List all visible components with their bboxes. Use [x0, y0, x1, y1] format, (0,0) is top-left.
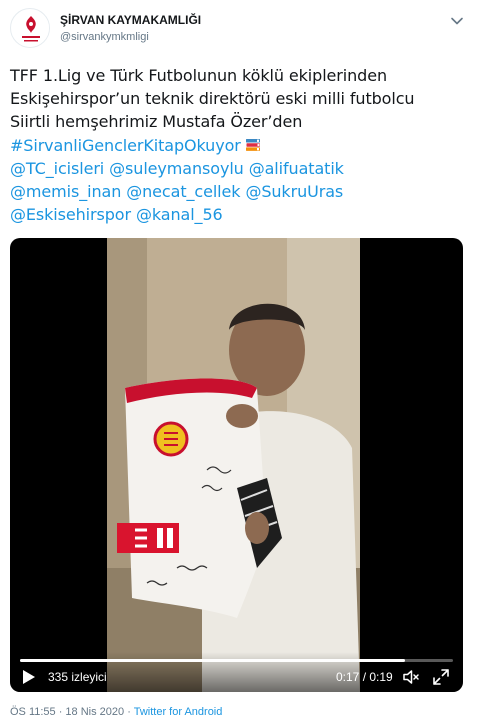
video-frame[interactable]	[107, 238, 360, 692]
video-still-image	[107, 238, 360, 692]
mention-link[interactable]: @necat_cellek	[126, 182, 240, 201]
tweet-timestamp[interactable]: ÖS 11:55 · 18 Nis 2020 ·	[10, 706, 134, 718]
hashtag-link[interactable]: #SirvanliGenclerKitapOkuyor	[10, 136, 241, 155]
tweet-text: TFF 1.Lig ve Türk Futbolunun köklü ekipl…	[10, 64, 470, 226]
tweet-meta: ÖS 11:55 · 18 Nis 2020 · Twitter for And…	[10, 706, 222, 718]
mention-link[interactable]: @alifuatatik	[249, 159, 344, 178]
video-progress-bar[interactable]	[20, 659, 453, 662]
video-time: 0:17 / 0:19	[336, 670, 393, 684]
chevron-down-icon[interactable]	[450, 14, 464, 28]
mention-link[interactable]: @Eskisehirspor	[10, 205, 131, 224]
mention-link[interactable]: @memis_inan	[10, 182, 121, 201]
tweet-source-link[interactable]: Twitter for Android	[134, 706, 223, 718]
display-name[interactable]: ŞİRVAN KAYMAKAMLIĞI	[60, 13, 201, 27]
fullscreen-icon[interactable]	[433, 669, 449, 685]
video-progress-fill	[20, 659, 406, 662]
mention-link[interactable]: @suleymansoylu	[109, 159, 244, 178]
video-controls: 335 izleyici 0:17 / 0:19	[10, 652, 463, 692]
view-count: 335 izleyici	[48, 670, 107, 684]
mention-link[interactable]: @TC_icisleri	[10, 159, 104, 178]
crest-logo-icon	[12, 10, 49, 47]
user-handle[interactable]: @sirvankymkmligi	[60, 31, 149, 43]
tweet-line: Eskişehirspor’un teknik direktörü eski m…	[10, 89, 415, 109]
books-icon	[245, 138, 260, 151]
tweet-line: TFF 1.Lig ve Türk Futbolunun köklü ekipl…	[10, 66, 387, 85]
volume-muted-icon[interactable]	[402, 668, 420, 686]
tweet-header: ŞİRVAN KAYMAKAMLIĞI @sirvankymkmligi	[10, 8, 468, 50]
video-player[interactable]: 335 izleyici 0:17 / 0:19	[10, 238, 463, 692]
mention-link[interactable]: @SukruUras	[245, 182, 343, 201]
tweet-line: Siirtli hemşehrimiz Mustafa Özer’den	[10, 112, 303, 132]
play-icon[interactable]	[22, 669, 36, 685]
mention-link[interactable]: @kanal_56	[136, 205, 223, 224]
avatar[interactable]	[10, 8, 50, 48]
